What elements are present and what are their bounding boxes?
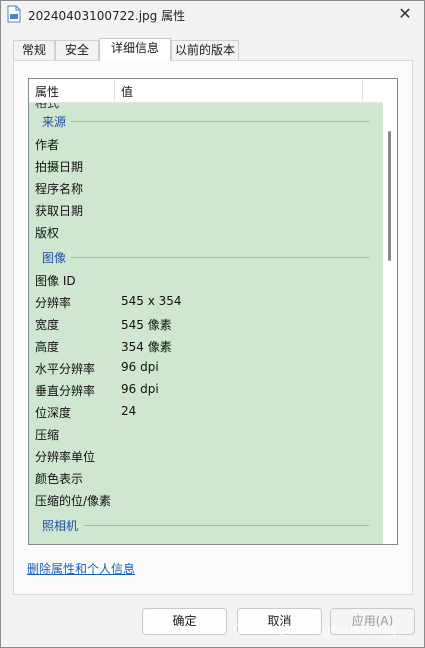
list-header: 属性 值 [29,79,383,103]
row-date-acquired[interactable]: 获取日期 [35,202,83,219]
ok-button[interactable]: 确定 [142,608,227,635]
property-rows: 格式 来源 作者 拍摄日期 程序名称 获取日期 版权 图像 图像 ID 分辨率 … [29,103,383,544]
group-divider [71,121,369,122]
group-divider [71,257,369,258]
tab-previous-versions[interactable]: 以前的版本 [171,40,239,60]
value-width: 545 像素 [121,318,172,332]
value-height: 354 像素 [121,340,172,354]
row-dimensions[interactable]: 分辨率 [35,294,71,311]
row-compressed-bits-per-pixel[interactable]: 压缩的位/像素 [35,492,111,509]
group-title-source[interactable]: 来源 [42,113,66,130]
tab-general[interactable]: 常规 [13,40,55,60]
clipped-row: 格式 [35,103,60,110]
properties-dialog: 20240403100722.jpg 属性 ✕ 常规 安全 详细信息 以前的版本… [0,0,425,648]
row-compression[interactable]: 压缩 [35,426,59,443]
jpg-file-icon [7,5,21,23]
value-horizontal-resolution: 96 dpi [121,360,159,374]
close-button[interactable]: ✕ [394,4,416,24]
tab-details[interactable]: 详细信息 [99,38,171,61]
property-list[interactable]: 属性 值 格式 来源 作者 拍摄日期 程序名称 获取日期 版权 图像 图像 ID [28,78,398,545]
value-vertical-resolution: 96 dpi [121,382,159,396]
scroll-thumb[interactable] [388,131,391,261]
close-icon: ✕ [398,4,412,23]
row-date-taken[interactable]: 拍摄日期 [35,158,83,175]
group-divider [84,525,369,526]
row-color-representation[interactable]: 颜色表示 [35,470,83,487]
column-header-value[interactable]: 值 [121,83,133,100]
details-panel: 属性 值 格式 来源 作者 拍摄日期 程序名称 获取日期 版权 图像 图像 ID [13,60,413,595]
row-vertical-resolution[interactable]: 垂直分辨率 [35,382,95,399]
row-copyright[interactable]: 版权 [35,224,59,241]
title-bar: 20240403100722.jpg 属性 ✕ [1,1,424,28]
row-bit-depth[interactable]: 位深度 [35,404,71,421]
row-height[interactable]: 高度 [35,338,59,355]
group-title-camera[interactable]: 照相机 [42,517,78,534]
vertical-scrollbar[interactable] [383,79,397,544]
remove-properties-link[interactable]: 删除属性和个人信息 [27,560,135,577]
tab-security[interactable]: 安全 [55,40,99,60]
row-resolution-unit[interactable]: 分辨率单位 [35,448,95,465]
window-title: 20240403100722.jpg 属性 [28,9,186,23]
row-width[interactable]: 宽度 [35,316,59,333]
column-header-property[interactable]: 属性 [35,83,59,100]
row-author[interactable]: 作者 [35,136,59,153]
row-program-name[interactable]: 程序名称 [35,180,83,197]
value-dimensions: 545 x 354 [121,294,182,308]
column-divider[interactable] [114,79,115,103]
column-divider[interactable] [362,79,363,103]
watermark: CSDN @wangnaisheng [233,622,397,638]
group-title-image[interactable]: 图像 [42,249,66,266]
value-bit-depth: 24 [121,404,137,418]
row-image-id[interactable]: 图像 ID [35,272,76,289]
row-horizontal-resolution[interactable]: 水平分辨率 [35,360,95,377]
